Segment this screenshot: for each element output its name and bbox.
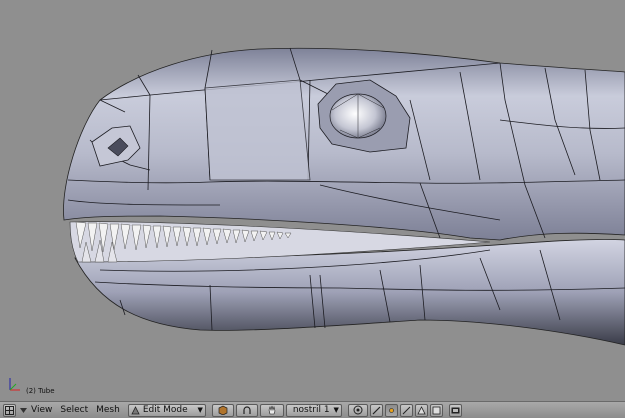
face-select-icon[interactable] xyxy=(414,403,428,417)
proportional-icon[interactable] xyxy=(347,403,368,417)
3d-view-header: View Select Mesh Edit Mode ▼ nostril 1 ▼ xyxy=(0,401,625,418)
snap-icon[interactable] xyxy=(369,403,383,417)
mode-label: Edit Mode xyxy=(142,405,188,415)
mesh-render xyxy=(63,47,625,346)
pivot-icon[interactable] xyxy=(235,403,258,417)
object-name-label: (2) Tube xyxy=(26,387,55,395)
chevron-down-icon: ▼ xyxy=(197,406,203,414)
edit-mode-icon xyxy=(131,405,140,414)
hand-icon[interactable] xyxy=(259,403,284,417)
occlude-icon[interactable] xyxy=(429,403,443,417)
collapse-menu-icon[interactable] xyxy=(18,404,29,417)
menu-select[interactable]: Select xyxy=(60,405,88,415)
menu-mesh[interactable]: Mesh xyxy=(96,405,120,415)
vertex-group-label: nostril 1 xyxy=(292,405,330,415)
axis-indicator-icon xyxy=(4,374,26,396)
mode-selector[interactable]: Edit Mode ▼ xyxy=(127,403,206,417)
vertex-select-icon[interactable] xyxy=(384,403,398,417)
chevron-down-icon: ▼ xyxy=(333,406,339,414)
render-icon[interactable] xyxy=(448,403,462,417)
view3d-icon[interactable] xyxy=(3,403,16,417)
solid-cube-icon[interactable] xyxy=(211,403,234,417)
vertex-group-selector[interactable]: nostril 1 ▼ xyxy=(285,403,342,417)
edge-select-icon[interactable] xyxy=(399,403,413,417)
menu-view[interactable]: View xyxy=(31,405,52,415)
3d-viewport[interactable]: (2) Tube xyxy=(0,0,625,401)
